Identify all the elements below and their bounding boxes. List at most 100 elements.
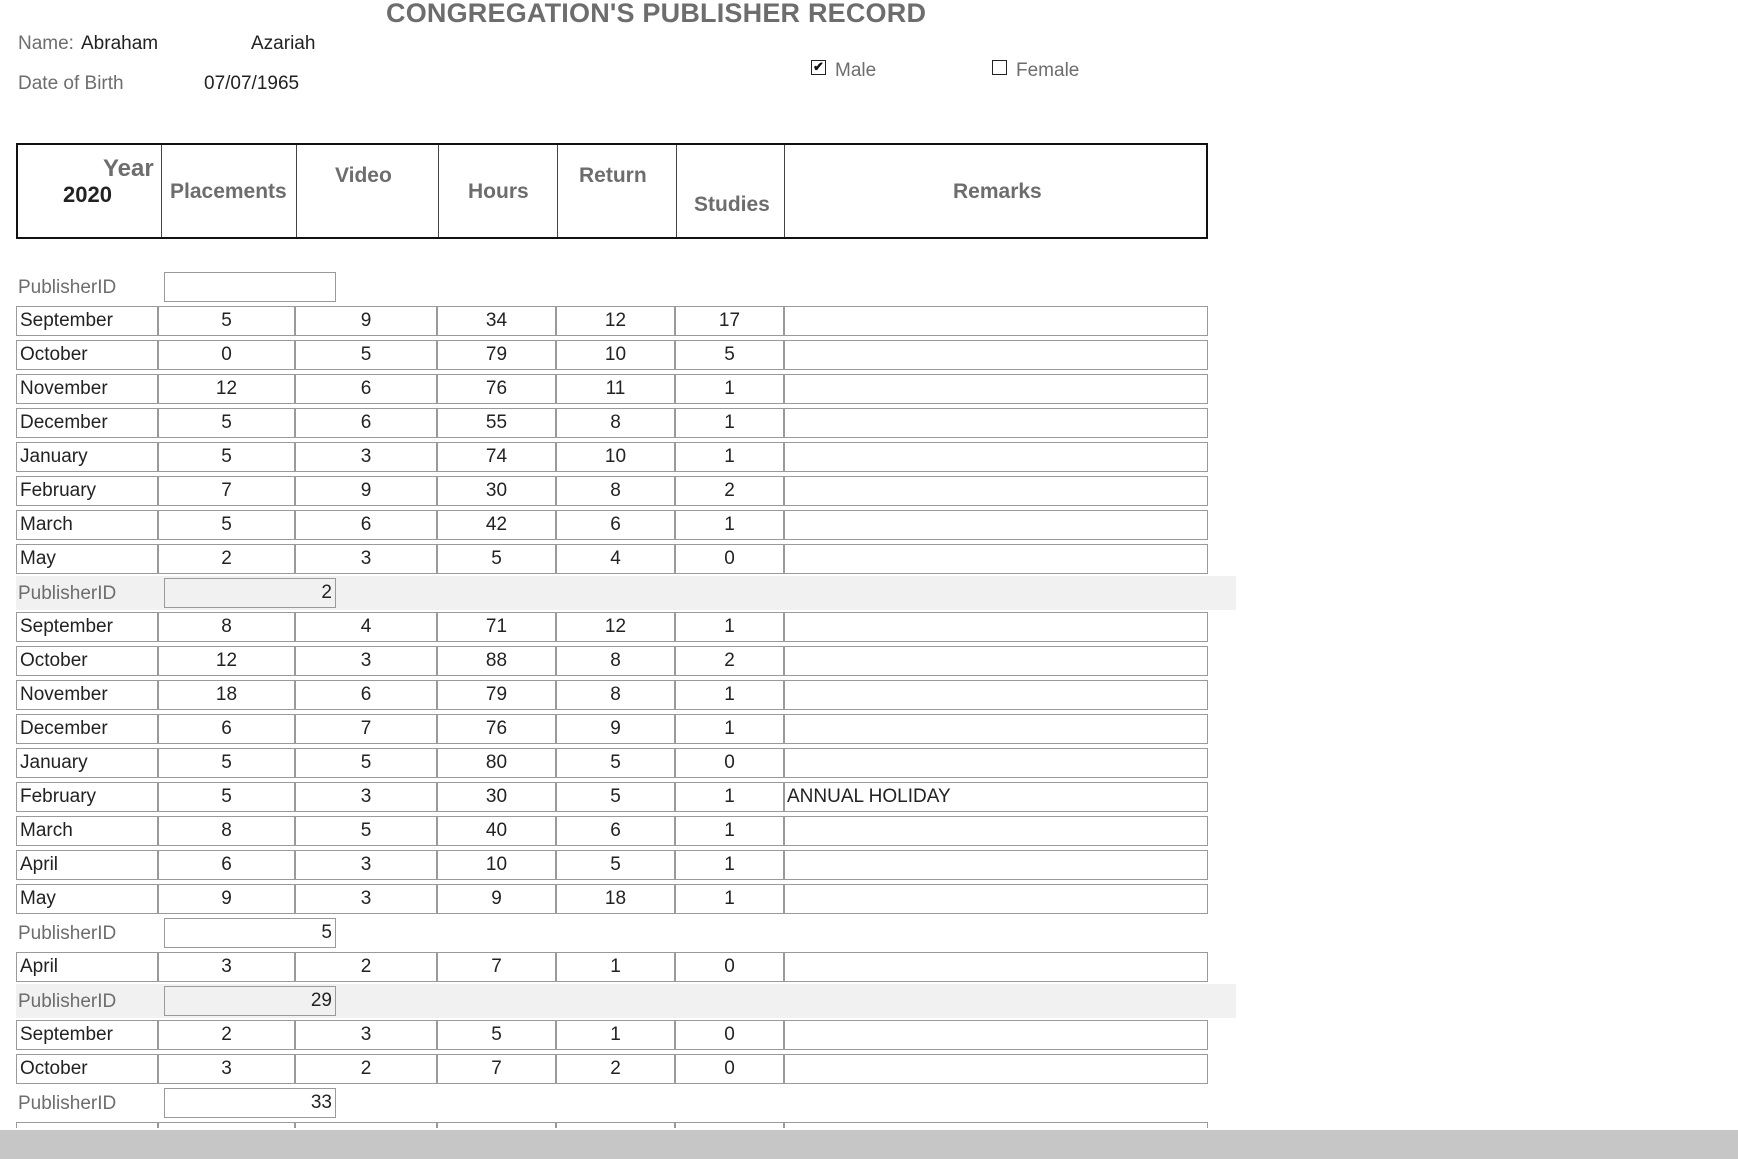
placements-cell[interactable]: 0	[158, 340, 295, 370]
month-cell[interactable]	[16, 1122, 158, 1128]
video-cell[interactable]: 4	[295, 612, 437, 642]
remarks-cell[interactable]	[784, 816, 1208, 846]
video-cell[interactable]: 5	[295, 340, 437, 370]
studies-cell[interactable]: 1	[675, 782, 784, 812]
remarks-cell[interactable]	[784, 952, 1208, 982]
month-cell[interactable]: October	[16, 646, 158, 676]
hours-cell[interactable]: 76	[437, 374, 556, 404]
studies-cell[interactable]	[675, 1122, 784, 1128]
placements-cell[interactable]: 8	[158, 816, 295, 846]
placements-cell[interactable]: 18	[158, 680, 295, 710]
return-cell[interactable]: 12	[556, 306, 675, 336]
remarks-cell[interactable]	[784, 612, 1208, 642]
return-cell[interactable]: 1	[556, 1020, 675, 1050]
hours-cell[interactable]	[437, 1122, 556, 1128]
studies-cell[interactable]: 0	[675, 952, 784, 982]
placements-cell[interactable]: 7	[158, 476, 295, 506]
studies-cell[interactable]: 0	[675, 544, 784, 574]
placements-cell[interactable]: 5	[158, 306, 295, 336]
month-cell[interactable]: October	[16, 340, 158, 370]
month-cell[interactable]: September	[16, 612, 158, 642]
month-cell[interactable]: March	[16, 510, 158, 540]
hours-cell[interactable]: 5	[437, 1020, 556, 1050]
placements-cell[interactable]: 5	[158, 408, 295, 438]
month-cell[interactable]: April	[16, 850, 158, 880]
month-cell[interactable]: May	[16, 544, 158, 574]
studies-cell[interactable]: 1	[675, 510, 784, 540]
placements-cell[interactable]: 2	[158, 544, 295, 574]
placements-cell[interactable]: 8	[158, 612, 295, 642]
placements-cell[interactable]: 5	[158, 782, 295, 812]
placements-cell[interactable]	[158, 1122, 295, 1128]
month-cell[interactable]: November	[16, 680, 158, 710]
return-cell[interactable]: 8	[556, 680, 675, 710]
video-cell[interactable]: 5	[295, 816, 437, 846]
remarks-cell[interactable]	[784, 1020, 1208, 1050]
studies-cell[interactable]: 1	[675, 408, 784, 438]
publisher-id-field[interactable]: 29	[164, 986, 336, 1016]
horizontal-scrollbar[interactable]	[0, 1130, 1738, 1159]
placements-cell[interactable]: 6	[158, 850, 295, 880]
month-cell[interactable]: January	[16, 748, 158, 778]
placements-cell[interactable]: 6	[158, 714, 295, 744]
video-cell[interactable]: 5	[295, 748, 437, 778]
video-cell[interactable]: 3	[295, 850, 437, 880]
month-cell[interactable]: December	[16, 408, 158, 438]
remarks-cell[interactable]	[784, 340, 1208, 370]
remarks-cell[interactable]	[784, 374, 1208, 404]
return-cell[interactable]: 10	[556, 340, 675, 370]
publisher-id-field[interactable]	[164, 272, 336, 302]
month-cell[interactable]: September	[16, 1020, 158, 1050]
studies-cell[interactable]: 0	[675, 748, 784, 778]
studies-cell[interactable]: 5	[675, 340, 784, 370]
return-cell[interactable]: 4	[556, 544, 675, 574]
studies-cell[interactable]: 1	[675, 612, 784, 642]
hours-cell[interactable]: 42	[437, 510, 556, 540]
month-cell[interactable]: February	[16, 782, 158, 812]
month-cell[interactable]: January	[16, 442, 158, 472]
video-cell[interactable]: 7	[295, 714, 437, 744]
return-cell[interactable]: 5	[556, 748, 675, 778]
remarks-cell[interactable]	[784, 714, 1208, 744]
studies-cell[interactable]: 17	[675, 306, 784, 336]
placements-cell[interactable]: 5	[158, 510, 295, 540]
remarks-cell[interactable]	[784, 408, 1208, 438]
video-cell[interactable]: 6	[295, 374, 437, 404]
placements-cell[interactable]: 2	[158, 1020, 295, 1050]
female-checkbox[interactable]	[992, 60, 1007, 75]
month-cell[interactable]: November	[16, 374, 158, 404]
placements-cell[interactable]: 12	[158, 374, 295, 404]
return-cell[interactable]: 6	[556, 816, 675, 846]
hours-cell[interactable]: 40	[437, 816, 556, 846]
return-cell[interactable]: 12	[556, 612, 675, 642]
studies-cell[interactable]: 1	[675, 374, 784, 404]
studies-cell[interactable]: 1	[675, 884, 784, 914]
placements-cell[interactable]: 3	[158, 952, 295, 982]
publisher-id-field[interactable]: 33	[164, 1088, 336, 1118]
remarks-cell[interactable]	[784, 544, 1208, 574]
hours-cell[interactable]: 7	[437, 1054, 556, 1084]
publisher-id-field[interactable]: 5	[164, 918, 336, 948]
month-cell[interactable]: March	[16, 816, 158, 846]
month-cell[interactable]: September	[16, 306, 158, 336]
hours-cell[interactable]: 9	[437, 884, 556, 914]
placements-cell[interactable]: 12	[158, 646, 295, 676]
return-cell[interactable]: 8	[556, 646, 675, 676]
video-cell[interactable]: 6	[295, 680, 437, 710]
placements-cell[interactable]: 5	[158, 442, 295, 472]
studies-cell[interactable]: 0	[675, 1054, 784, 1084]
video-cell[interactable]: 3	[295, 782, 437, 812]
male-checkbox[interactable]: ✔	[811, 60, 826, 75]
video-cell[interactable]: 3	[295, 646, 437, 676]
return-cell[interactable]: 5	[556, 782, 675, 812]
placements-cell[interactable]: 5	[158, 748, 295, 778]
studies-cell[interactable]: 1	[675, 816, 784, 846]
video-cell[interactable]: 3	[295, 544, 437, 574]
video-cell[interactable]: 9	[295, 306, 437, 336]
hours-cell[interactable]: 5	[437, 544, 556, 574]
studies-cell[interactable]: 1	[675, 442, 784, 472]
remarks-cell[interactable]	[784, 1054, 1208, 1084]
remarks-cell[interactable]	[784, 1122, 1208, 1128]
return-cell[interactable]	[556, 1122, 675, 1128]
studies-cell[interactable]: 1	[675, 680, 784, 710]
